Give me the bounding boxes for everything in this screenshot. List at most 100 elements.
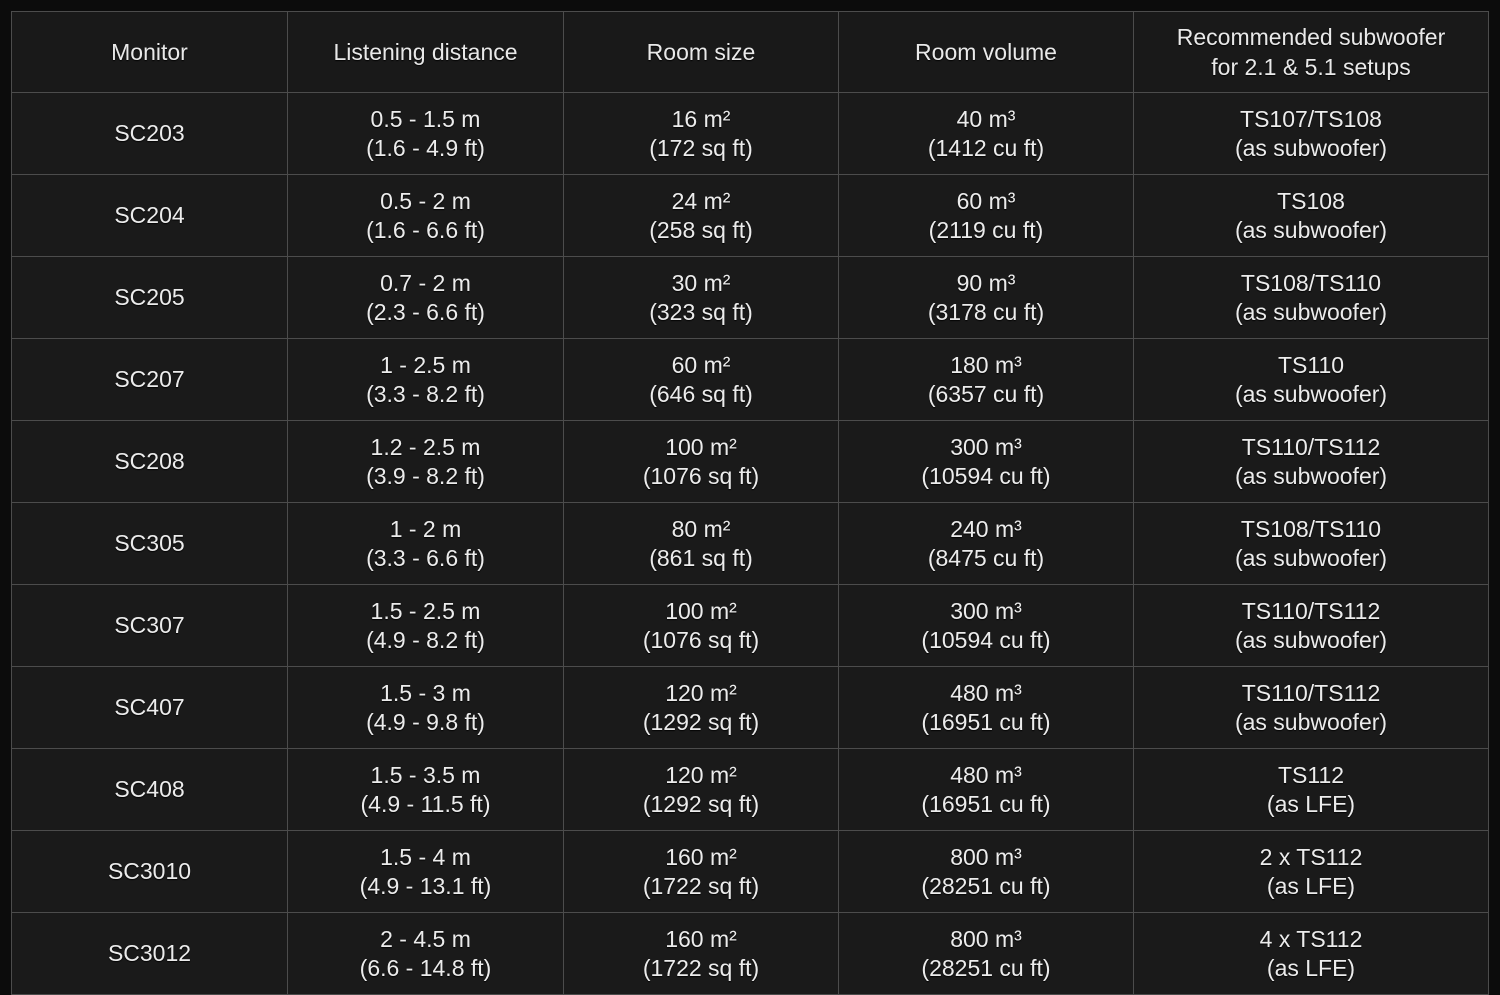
cell-room-volume-secondary: (8475 cu ft): [927, 544, 1045, 571]
cell-listening-distance: 2 - 4.5 m (6.6 - 14.8 ft): [287, 912, 564, 995]
cell-room-size: 60 m² (646 sq ft): [563, 338, 839, 421]
cell-room-size-secondary: (323 sq ft): [649, 298, 753, 325]
cell-recommended-subwoofer-primary: 4 x TS112: [1259, 925, 1363, 952]
cell-recommended-subwoofer-primary: TS110/TS112: [1241, 679, 1381, 706]
cell-room-size-secondary: (1292 sq ft): [642, 790, 760, 817]
cell-room-volume-primary: 480 m³: [950, 761, 1022, 788]
cell-room-volume-secondary: (2119 cu ft): [928, 216, 1044, 243]
column-header-room-volume-label: Room volume: [915, 39, 1057, 65]
cell-listening-distance-primary: 0.5 - 1.5 m: [370, 105, 481, 132]
cell-recommended-subwoofer-secondary: (as subwoofer): [1234, 462, 1388, 489]
cell-monitor: SC204: [11, 174, 288, 257]
table-row: SC305 1 - 2 m (3.3 - 6.6 ft) 80 m² (861 sq f…: [11, 502, 1489, 585]
cell-listening-distance: 0.7 - 2 m (2.3 - 6.6 ft): [287, 256, 564, 339]
cell-room-volume-primary: 240 m³: [950, 515, 1022, 542]
cell-recommended-subwoofer-secondary: (as subwoofer): [1234, 134, 1388, 161]
cell-listening-distance-secondary: (2.3 - 6.6 ft): [366, 298, 485, 325]
cell-listening-distance-secondary: (3.3 - 8.2 ft): [366, 380, 485, 407]
cell-listening-distance-primary: 1.5 - 3 m: [380, 679, 471, 706]
cell-room-size-secondary: (1722 sq ft): [642, 872, 760, 899]
cell-room-size-primary: 160 m²: [665, 843, 737, 870]
cell-recommended-subwoofer-secondary: (as LFE): [1266, 872, 1356, 899]
cell-listening-distance-primary: 1.5 - 3.5 m: [370, 761, 481, 788]
cell-room-volume-primary: 60 m³: [956, 187, 1016, 214]
cell-room-size-primary: 60 m²: [671, 351, 731, 378]
cell-room-volume-secondary: (28251 cu ft): [921, 872, 1051, 899]
cell-listening-distance-primary: 1 - 2 m: [389, 515, 462, 542]
cell-room-volume: 480 m³ (16951 cu ft): [838, 748, 1134, 831]
table-body: SC203 0.5 - 1.5 m (1.6 - 4.9 ft) 16 m² (172 …: [11, 92, 1489, 995]
cell-monitor-primary: SC203: [114, 120, 185, 146]
cell-listening-distance: 1.5 - 3 m (4.9 - 9.8 ft): [287, 666, 564, 749]
cell-monitor: SC305: [11, 502, 288, 585]
cell-room-volume: 300 m³ (10594 cu ft): [838, 584, 1134, 667]
cell-monitor: SC207: [11, 338, 288, 421]
table-row: SC407 1.5 - 3 m (4.9 - 9.8 ft) 120 m² (1292 …: [11, 666, 1489, 749]
cell-room-size-primary: 80 m²: [671, 515, 731, 542]
cell-room-size-primary: 16 m²: [671, 105, 731, 132]
column-header-listening-distance-label: Listening distance: [333, 39, 518, 65]
cell-room-volume-primary: 40 m³: [956, 105, 1016, 132]
cell-monitor: SC408: [11, 748, 288, 831]
cell-room-size: 24 m² (258 sq ft): [563, 174, 839, 257]
table-row: SC207 1 - 2.5 m (3.3 - 8.2 ft) 60 m² (646 sq…: [11, 338, 1489, 421]
cell-monitor-primary: SC208: [114, 448, 185, 474]
cell-room-volume-secondary: (16951 cu ft): [921, 790, 1051, 817]
cell-room-size: 160 m² (1722 sq ft): [563, 830, 839, 913]
cell-room-size-primary: 120 m²: [665, 761, 737, 788]
cell-listening-distance: 1.5 - 2.5 m (4.9 - 8.2 ft): [287, 584, 564, 667]
page-root: Monitor Listening distance Room size Roo…: [0, 0, 1500, 995]
cell-room-volume: 40 m³ (1412 cu ft): [838, 92, 1134, 175]
cell-recommended-subwoofer: 2 x TS112 (as LFE): [1133, 830, 1489, 913]
cell-recommended-subwoofer: TS110/TS112 (as subwoofer): [1133, 584, 1489, 667]
cell-listening-distance-primary: 0.5 - 2 m: [380, 187, 471, 214]
cell-recommended-subwoofer: TS110/TS112 (as subwoofer): [1133, 666, 1489, 749]
table-header-row: Monitor Listening distance Room size Roo…: [11, 11, 1489, 93]
cell-listening-distance-primary: 1 - 2.5 m: [380, 351, 471, 378]
cell-room-size-secondary: (258 sq ft): [649, 216, 753, 243]
cell-listening-distance-primary: 1.2 - 2.5 m: [370, 433, 481, 460]
cell-monitor-primary: SC407: [114, 694, 185, 720]
cell-recommended-subwoofer-primary: TS107/TS108: [1240, 105, 1382, 132]
column-header-room-size-label: Room size: [646, 39, 756, 65]
cell-room-volume: 90 m³ (3178 cu ft): [838, 256, 1134, 339]
cell-monitor: SC307: [11, 584, 288, 667]
cell-listening-distance-secondary: (3.3 - 6.6 ft): [366, 544, 485, 571]
column-header-monitor: Monitor: [11, 11, 288, 93]
cell-room-volume: 300 m³ (10594 cu ft): [838, 420, 1134, 503]
cell-listening-distance: 1 - 2.5 m (3.3 - 8.2 ft): [287, 338, 564, 421]
table-row: SC307 1.5 - 2.5 m (4.9 - 8.2 ft) 100 m² (107…: [11, 584, 1489, 667]
cell-recommended-subwoofer-primary: TS110: [1277, 351, 1345, 378]
cell-listening-distance-secondary: (4.9 - 9.8 ft): [366, 708, 485, 735]
cell-room-volume: 240 m³ (8475 cu ft): [838, 502, 1134, 585]
cell-listening-distance-secondary: (1.6 - 4.9 ft): [366, 134, 485, 161]
cell-recommended-subwoofer-primary: TS108: [1277, 187, 1345, 214]
cell-room-size-secondary: (861 sq ft): [649, 544, 753, 571]
cell-monitor-primary: SC305: [114, 530, 185, 556]
cell-monitor: SC205: [11, 256, 288, 339]
cell-room-size: 30 m² (323 sq ft): [563, 256, 839, 339]
table-row: SC3012 2 - 4.5 m (6.6 - 14.8 ft) 160 m² (172…: [11, 912, 1489, 995]
column-header-listening-distance: Listening distance: [287, 11, 564, 93]
cell-recommended-subwoofer-secondary: (as subwoofer): [1234, 380, 1388, 407]
cell-room-size-primary: 120 m²: [665, 679, 737, 706]
cell-room-volume-secondary: (10594 cu ft): [921, 462, 1051, 489]
table-row: SC204 0.5 - 2 m (1.6 - 6.6 ft) 24 m² (258 sq…: [11, 174, 1489, 257]
cell-room-size-secondary: (646 sq ft): [649, 380, 753, 407]
cell-room-size-secondary: (1076 sq ft): [642, 626, 760, 653]
cell-listening-distance-secondary: (4.9 - 13.1 ft): [359, 872, 492, 899]
cell-recommended-subwoofer-secondary: (as subwoofer): [1234, 216, 1388, 243]
table-header: Monitor Listening distance Room size Roo…: [11, 11, 1489, 93]
cell-room-size: 120 m² (1292 sq ft): [563, 748, 839, 831]
table-row: SC205 0.7 - 2 m (2.3 - 6.6 ft) 30 m² (323 sq…: [11, 256, 1489, 339]
cell-monitor-primary: SC408: [114, 776, 185, 802]
cell-recommended-subwoofer-secondary: (as subwoofer): [1234, 708, 1388, 735]
cell-room-size: 160 m² (1722 sq ft): [563, 912, 839, 995]
cell-room-volume: 60 m³ (2119 cu ft): [838, 174, 1134, 257]
cell-monitor: SC208: [11, 420, 288, 503]
cell-recommended-subwoofer: TS108/TS110 (as subwoofer): [1133, 502, 1489, 585]
cell-room-volume-secondary: (1412 cu ft): [927, 134, 1045, 161]
cell-recommended-subwoofer: TS107/TS108 (as subwoofer): [1133, 92, 1489, 175]
cell-room-volume-primary: 300 m³: [950, 597, 1022, 624]
cell-listening-distance-secondary: (1.6 - 6.6 ft): [366, 216, 485, 243]
